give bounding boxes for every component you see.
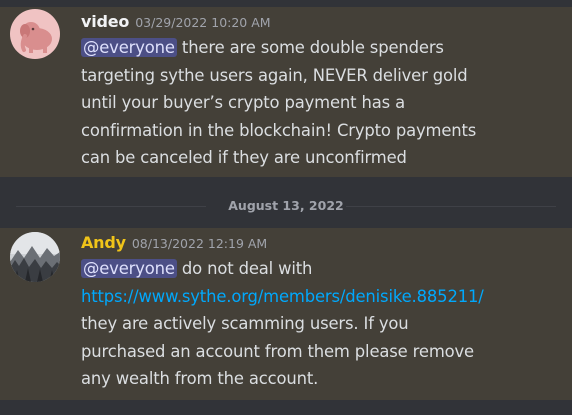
message-line: targeting sythe users again, NEVER deliv… (81, 65, 468, 85)
date-divider: August 13, 2022 (16, 196, 556, 216)
message-line: until your buyer’s crypto payment has a (81, 93, 405, 112)
message-text: @everyone do not deal with https://www.s… (81, 255, 564, 393)
message-line: @everyone there are some double spenders (81, 34, 564, 62)
everyone-mention[interactable]: @everyone (81, 259, 177, 278)
message-text-segment: there are some double spenders (176, 38, 444, 57)
timestamp[interactable]: 03/29/2022 10:20 AM (135, 15, 270, 30)
username[interactable]: video (81, 12, 129, 31)
message-header: Andy 08/13/2022 12:19 AM (81, 231, 564, 255)
message-line: @everyone do not deal with (81, 255, 564, 283)
message-text-segment: do not deal with (176, 259, 313, 278)
timestamp[interactable]: 08/13/2022 12:19 AM (132, 236, 267, 251)
date-divider-label: August 13, 2022 (228, 198, 344, 213)
message-content: video 03/29/2022 10:20 AM @everyone there… (81, 10, 564, 172)
message-line: can be canceled if they are unconfirmed (81, 148, 407, 167)
message-line: purchased an account from them please re… (81, 341, 474, 361)
username[interactable]: Andy (81, 233, 126, 252)
pink-elephant-icon[interactable] (10, 9, 60, 59)
message-content: Andy 08/13/2022 12:19 AM @everyone do not… (81, 231, 564, 393)
message-text: @everyone there are some double spenders… (81, 34, 564, 172)
message-video[interactable]: video 03/29/2022 10:20 AM @everyone there… (0, 7, 572, 177)
message-line: any wealth from the account. (81, 369, 319, 388)
message-header: video 03/29/2022 10:20 AM (81, 10, 564, 34)
snowy-forest-icon[interactable] (10, 232, 60, 282)
message-line: confirmation in the blockchain! Crypto p… (81, 120, 477, 140)
profile-link[interactable]: https://www.sythe.org/members/denisike.8… (81, 287, 484, 306)
message-andy[interactable]: Andy 08/13/2022 12:19 AM @everyone do not… (0, 228, 572, 400)
message-line: https://www.sythe.org/members/denisike.8… (81, 283, 564, 311)
message-line: they are actively scamming users. If you (81, 314, 409, 333)
everyone-mention[interactable]: @everyone (81, 38, 177, 57)
